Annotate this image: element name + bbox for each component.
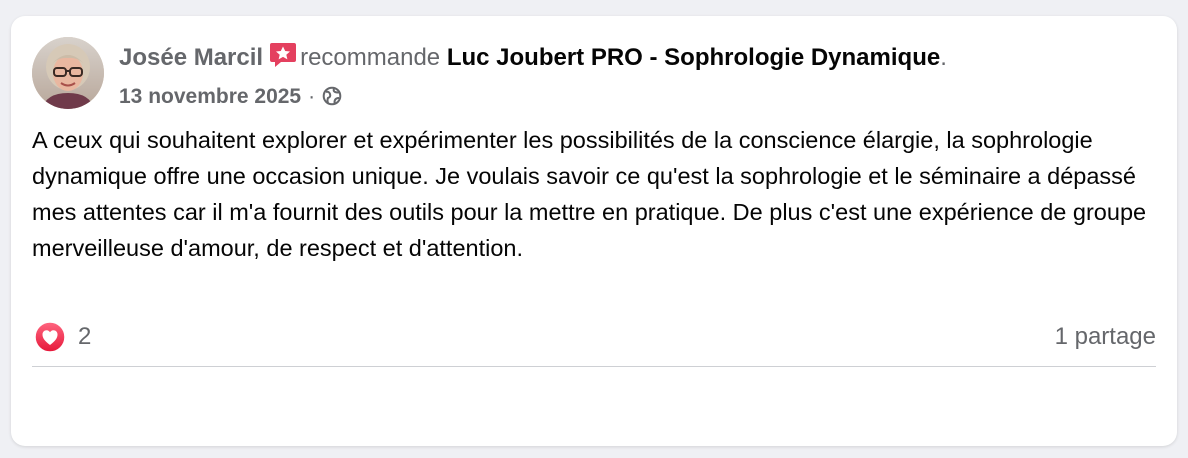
reaction-count[interactable]: 2 (78, 321, 91, 353)
post-text: A ceux qui souhaitent explorer et expéri… (32, 127, 1147, 261)
globe-icon[interactable] (322, 86, 342, 113)
recommendation-post-card: Josée Marcil recommande Luc Joubert PRO -… (11, 16, 1177, 446)
share-count[interactable]: 1 partage (1055, 321, 1156, 353)
author-name[interactable]: Josée Marcil (119, 44, 263, 71)
engagement-bar: 2 1 partage (32, 319, 1156, 355)
separator-dot: · (308, 85, 316, 108)
love-reaction-icon[interactable] (34, 321, 66, 353)
post-timestamp-line: 13 novembre 2025 · (119, 84, 1157, 113)
recommendation-verb: recommande (300, 44, 441, 71)
post-header: Josée Marcil recommande Luc Joubert PRO -… (32, 37, 1157, 111)
sentence-period: . (940, 44, 947, 71)
divider (32, 366, 1156, 367)
avatar[interactable] (32, 37, 104, 109)
post-meta: Josée Marcil recommande Luc Joubert PRO -… (119, 41, 1157, 113)
recommended-page-link[interactable]: Luc Joubert PRO - Sophrologie Dynamique (447, 44, 940, 71)
recommendation-line: Josée Marcil recommande Luc Joubert PRO -… (119, 41, 1157, 78)
recommendation-star-icon (269, 42, 297, 78)
post-date[interactable]: 13 novembre 2025 (119, 85, 301, 108)
